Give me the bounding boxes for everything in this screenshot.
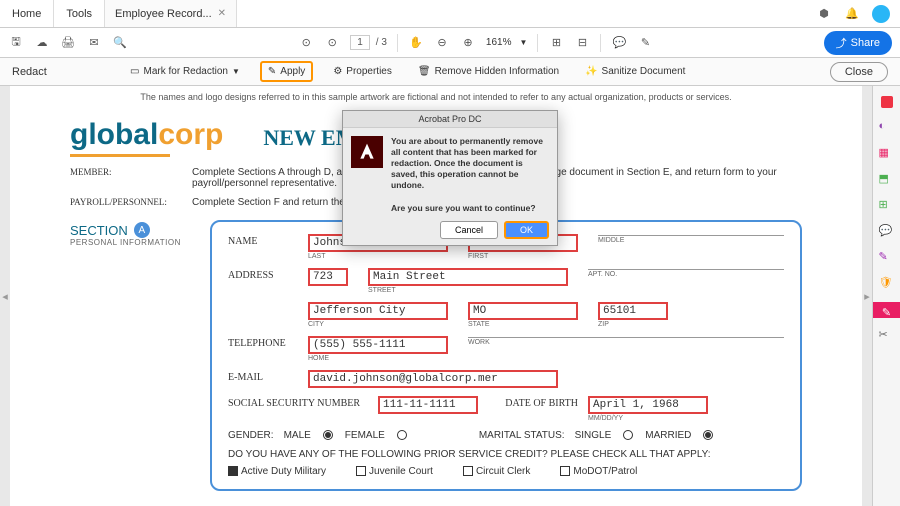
marital-married-radio[interactable]: [703, 430, 713, 440]
avatar[interactable]: [872, 5, 890, 23]
create-icon[interactable]: ◐: [879, 120, 895, 136]
left-edge[interactable]: ◂: [0, 86, 10, 506]
apply-button[interactable]: ✎ Apply: [260, 61, 313, 82]
zoom-out-icon[interactable]: ⊖: [434, 35, 450, 51]
section-sub: PERSONAL INFORMATION: [70, 238, 200, 247]
gender-male-radio[interactable]: [323, 430, 333, 440]
more-tools-icon[interactable]: ✂: [879, 328, 895, 344]
tab-document[interactable]: Employee Record... ✕: [105, 0, 237, 27]
save-icon[interactable]: 🖫: [8, 35, 24, 51]
email-label: E-MAIL: [228, 370, 298, 383]
dialog-text: You are about to permanently remove all …: [391, 136, 549, 191]
zoom-in-icon[interactable]: ⊕: [460, 35, 476, 51]
top-tabs: Home Tools Employee Record... ✕ ⬢ 🔔: [0, 0, 900, 28]
telephone-label: TELEPHONE: [228, 336, 298, 349]
dialog-question: Are you sure you want to continue?: [343, 199, 557, 215]
hand-icon[interactable]: ✋: [408, 35, 424, 51]
page-total: / 3: [376, 37, 387, 48]
print-icon[interactable]: 🖨: [60, 35, 76, 51]
marital-single-radio[interactable]: [623, 430, 633, 440]
zip-field[interactable]: 65101: [598, 302, 668, 320]
state-field[interactable]: MO: [468, 302, 578, 320]
export-icon[interactable]: [879, 94, 895, 110]
redact-tool-icon[interactable]: ✎: [873, 302, 900, 318]
chevron-down-icon[interactable]: ▼: [520, 38, 528, 47]
logo: globalcorp: [70, 118, 223, 157]
dialog-title: Acrobat Pro DC: [343, 111, 557, 128]
name-label: NAME: [228, 234, 298, 247]
email-field[interactable]: david.johnson@globalcorp.mer: [308, 370, 558, 388]
redact-label: Redact: [12, 66, 47, 78]
gender-label: GENDER:: [228, 430, 274, 441]
city-field[interactable]: Jefferson City: [308, 302, 448, 320]
tab-document-label: Employee Record...: [115, 8, 212, 20]
page-indicator: 1 / 3: [350, 35, 387, 50]
prior-service-label: DO YOU HAVE ANY OF THE FOLLOWING PRIOR S…: [228, 449, 784, 460]
fill-sign-icon[interactable]: ✎: [879, 250, 895, 266]
page-current[interactable]: 1: [350, 35, 370, 50]
section-badge: A: [134, 222, 150, 238]
sanitize-button[interactable]: ✨ Sanitize Document: [579, 63, 691, 80]
address-label: ADDRESS: [228, 268, 298, 281]
tab-home[interactable]: Home: [0, 0, 54, 27]
bell-icon[interactable]: 🔔: [844, 6, 860, 22]
cloud-icon[interactable]: ⬢: [816, 6, 832, 22]
right-tool-panel: ◐ ▦ ⬒ ⊞ 💬 ✎ 🛡 ✎ ✂: [872, 86, 900, 506]
disclaimer-text: The names and logo designs referred to i…: [10, 86, 862, 108]
dob-label: DATE OF BIRTH: [488, 396, 578, 409]
fit-width-icon[interactable]: ⊞: [548, 35, 564, 51]
search-icon[interactable]: 🔍: [112, 35, 128, 51]
chk-circuit[interactable]: [463, 466, 473, 476]
fit-page-icon[interactable]: ⊟: [574, 35, 590, 51]
page-down-icon[interactable]: ⊙: [324, 35, 340, 51]
chk-military[interactable]: [228, 466, 238, 476]
member-label: MEMBER:: [70, 167, 180, 189]
right-edge[interactable]: ▸: [862, 86, 872, 506]
remove-hidden-button[interactable]: 🗑 Remove Hidden Information: [412, 63, 565, 80]
close-icon[interactable]: ✕: [218, 8, 226, 19]
chk-juvenile[interactable]: [356, 466, 366, 476]
mark-redaction-button[interactable]: ▭ Mark for Redaction ▼: [124, 63, 246, 80]
dob-field[interactable]: April 1, 1968: [588, 396, 708, 414]
ssn-label: SOCIAL SECURITY NUMBER: [228, 396, 368, 409]
comment-tool-icon[interactable]: 💬: [879, 224, 895, 240]
ssn-field[interactable]: 111-11-1111: [378, 396, 478, 414]
home-phone-field[interactable]: (555) 555-1111: [308, 336, 448, 354]
confirm-dialog: Acrobat Pro DC You are about to permanen…: [342, 110, 558, 246]
cloud-save-icon[interactable]: ☁: [34, 35, 50, 51]
app-icon: [351, 136, 383, 168]
addr-num-field[interactable]: 723: [308, 268, 348, 286]
combine-icon[interactable]: ⬒: [879, 172, 895, 188]
share-button[interactable]: ⤴Share: [824, 31, 892, 55]
chk-modot[interactable]: [560, 466, 570, 476]
tab-tools[interactable]: Tools: [54, 0, 105, 27]
mail-icon[interactable]: ✉: [86, 35, 102, 51]
comment-icon[interactable]: 💬: [611, 35, 627, 51]
close-button[interactable]: Close: [830, 62, 888, 82]
cancel-button[interactable]: Cancel: [440, 221, 498, 239]
edit-icon[interactable]: ▦: [879, 146, 895, 162]
gender-female-radio[interactable]: [397, 430, 407, 440]
protect-icon[interactable]: 🛡: [879, 276, 895, 292]
marital-label: MARITAL STATUS:: [479, 430, 565, 441]
payroll-label: PAYROLL/PERSONNEL:: [70, 197, 180, 208]
ok-button[interactable]: OK: [504, 221, 549, 239]
organize-icon[interactable]: ⊞: [879, 198, 895, 214]
street-field[interactable]: Main Street: [368, 268, 568, 286]
zoom-value[interactable]: 161%: [486, 37, 512, 48]
section-header: SECTION A: [70, 222, 200, 238]
main-toolbar: 🖫 ☁ 🖨 ✉ 🔍 ⊙ ⊙ 1 / 3 ✋ ⊖ ⊕ 161%▼ ⊞ ⊟ 💬 ✎ …: [0, 28, 900, 58]
properties-button[interactable]: ⚙ Properties: [327, 63, 398, 80]
sign-icon[interactable]: ✎: [637, 35, 653, 51]
page-up-icon[interactable]: ⊙: [298, 35, 314, 51]
redact-toolbar: Redact ▭ Mark for Redaction ▼ ✎ Apply ⚙ …: [0, 58, 900, 86]
